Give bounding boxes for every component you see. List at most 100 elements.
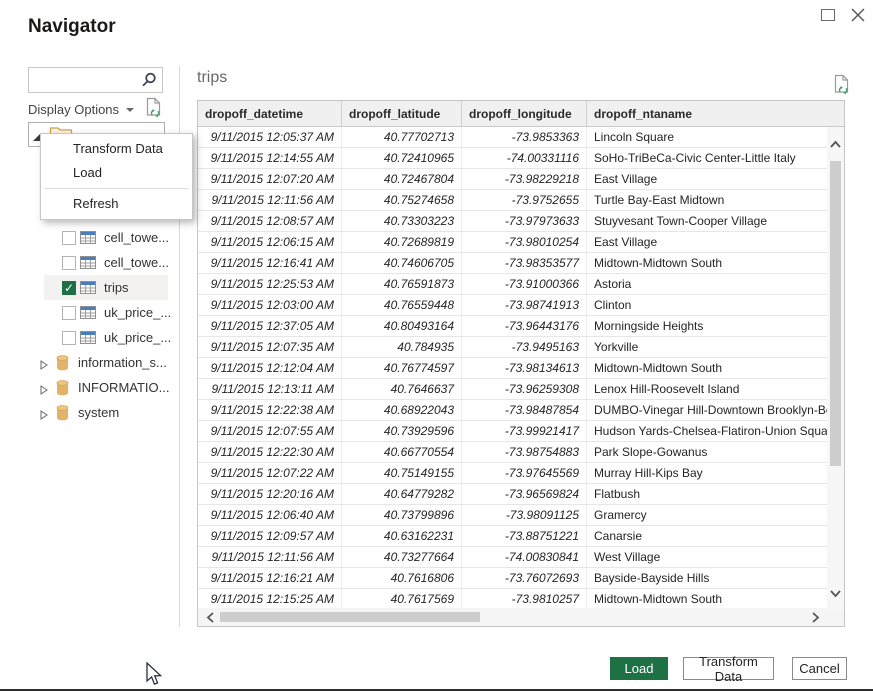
cell-dropoff-datetime: 9/11/2015 12:07:35 AM [198,337,342,357]
restore-icon[interactable] [821,9,835,21]
cell-dropoff-datetime: 9/11/2015 12:20:16 AM [198,484,342,504]
cell-dropoff-longitude: -73.98134613 [462,358,587,378]
column-header[interactable]: dropoff_datetime [198,101,342,126]
transform-data-button[interactable]: Transform Data [683,657,774,680]
search-input[interactable] [29,68,140,92]
tree-item-checkbox[interactable] [62,256,76,270]
cell-dropoff-ntaname: East Village [587,232,844,252]
tree-item[interactable]: information_s... [28,350,170,375]
cell-dropoff-datetime: 9/11/2015 12:16:21 AM [198,568,342,588]
refresh-table-icon[interactable] [831,73,851,97]
cell-dropoff-longitude: -73.98229218 [462,169,587,189]
column-header[interactable]: dropoff_latitude [342,101,462,126]
expand-triangle-icon[interactable] [40,408,48,418]
tree-item-checkbox[interactable] [62,231,76,245]
cell-dropoff-datetime: 9/11/2015 12:09:57 AM [198,526,342,546]
cell-dropoff-ntaname: Midtown-Midtown South [587,358,844,378]
cell-dropoff-datetime: 9/11/2015 12:22:38 AM [198,400,342,420]
vertical-scrollbar[interactable] [827,127,844,610]
tree-item-label: trips [104,280,129,295]
dialog-title: Navigator [28,16,116,38]
display-options-dropdown[interactable]: Display Options [28,99,134,119]
cell-dropoff-datetime: 9/11/2015 12:13:11 AM [198,379,342,399]
cell-dropoff-latitude: 40.73277664 [342,547,462,567]
cell-dropoff-longitude: -73.98091125 [462,505,587,525]
table-row: 9/11/2015 12:03:00 AM 40.76559448 -73.98… [198,295,844,316]
cursor-icon [146,662,163,692]
cell-dropoff-latitude: 40.72467804 [342,169,462,189]
tree-item-checkbox[interactable] [62,281,76,295]
cell-dropoff-datetime: 9/11/2015 12:25:53 AM [198,274,342,294]
cell-dropoff-latitude: 40.72689819 [342,232,462,252]
cell-dropoff-datetime: 9/11/2015 12:22:30 AM [198,442,342,462]
cell-dropoff-longitude: -73.98010254 [462,232,587,252]
tree-item-label: INFORMATIO... [78,380,169,395]
tree-item-checkbox[interactable] [62,306,76,320]
menu-item-transform-data[interactable]: Transform Data [41,137,192,161]
tree-item[interactable]: uk_price_... [28,300,170,325]
scroll-right-icon[interactable] [811,611,820,627]
table-body: 9/11/2015 12:05:37 AM 40.77702713 -73.98… [198,127,844,610]
cell-dropoff-latitude: 40.7616806 [342,568,462,588]
horizontal-scrollbar[interactable] [198,608,844,626]
table-icon [80,306,96,319]
menu-item-load[interactable]: Load [41,161,192,185]
load-button[interactable]: Load [610,657,668,680]
cell-dropoff-ntaname: Lincoln Square [587,127,844,147]
scroll-up-icon[interactable] [829,136,842,154]
tree-item[interactable]: INFORMATIO... [28,375,170,400]
cell-dropoff-latitude: 40.7617569 [342,589,462,609]
table-row: 9/11/2015 12:37:05 AM 40.80493164 -73.96… [198,316,844,337]
cell-dropoff-latitude: 40.72410965 [342,148,462,168]
cell-dropoff-datetime: 9/11/2015 12:06:15 AM [198,232,342,252]
tree-item[interactable]: trips [28,275,170,300]
table-icon [80,281,96,294]
cell-dropoff-longitude: -74.00830841 [462,547,587,567]
cell-dropoff-latitude: 40.76774597 [342,358,462,378]
refresh-preview-icon[interactable] [143,96,163,120]
cell-dropoff-longitude: -73.98741913 [462,295,587,315]
navigator-tree: cell_towe... [28,200,170,425]
cell-dropoff-ntaname: Canarsie [587,526,844,546]
cell-dropoff-ntaname: Astoria [587,274,844,294]
column-header[interactable]: dropoff_longitude [462,101,587,126]
cell-dropoff-datetime: 9/11/2015 12:03:00 AM [198,295,342,315]
expand-triangle-icon[interactable] [40,383,48,393]
table-row: 9/11/2015 12:15:25 AM 40.7617569 -73.981… [198,589,844,610]
expand-triangle-icon[interactable] [40,358,48,368]
table-row: 9/11/2015 12:07:20 AM 40.72467804 -73.98… [198,169,844,190]
search-icon[interactable] [140,71,158,89]
database-icon [56,380,69,396]
tree-item-checkbox[interactable] [62,331,76,345]
close-icon[interactable] [849,6,867,24]
horizontal-scroll-thumb[interactable] [220,612,480,622]
scroll-down-icon[interactable] [829,585,842,603]
cell-dropoff-longitude: -73.97973633 [462,211,587,231]
chevron-down-icon [126,108,134,112]
cell-dropoff-longitude: -73.96443176 [462,316,587,336]
cell-dropoff-datetime: 9/11/2015 12:11:56 AM [198,190,342,210]
scroll-left-icon[interactable] [206,611,215,627]
data-preview-table: dropoff_datetime dropoff_latitude dropof… [197,100,845,627]
cell-dropoff-longitude: -73.9752655 [462,190,587,210]
menu-item-refresh[interactable]: Refresh [41,192,192,216]
table-row: 9/11/2015 12:11:56 AM 40.75274658 -73.97… [198,190,844,211]
tree-item[interactable]: system [28,400,170,425]
cell-dropoff-datetime: 9/11/2015 12:15:25 AM [198,589,342,609]
table-row: 9/11/2015 12:20:16 AM 40.64779282 -73.96… [198,484,844,505]
cell-dropoff-latitude: 40.76591873 [342,274,462,294]
tree-item-label: information_s... [78,355,167,370]
cell-dropoff-datetime: 9/11/2015 12:06:40 AM [198,505,342,525]
menu-separator [44,188,189,189]
tree-item[interactable]: cell_towe... [28,250,170,275]
cell-dropoff-longitude: -73.98754883 [462,442,587,462]
tree-item[interactable]: cell_towe... [28,225,170,250]
vertical-scroll-thumb[interactable] [830,161,841,466]
table-row: 9/11/2015 12:06:40 AM 40.73799896 -73.98… [198,505,844,526]
tree-item[interactable]: uk_price_... [28,325,170,350]
table-row: 9/11/2015 12:06:15 AM 40.72689819 -73.98… [198,232,844,253]
cell-dropoff-datetime: 9/11/2015 12:05:37 AM [198,127,342,147]
column-header[interactable]: dropoff_ntaname [587,101,844,126]
cell-dropoff-longitude: -73.96259308 [462,379,587,399]
cancel-button[interactable]: Cancel [792,657,847,680]
